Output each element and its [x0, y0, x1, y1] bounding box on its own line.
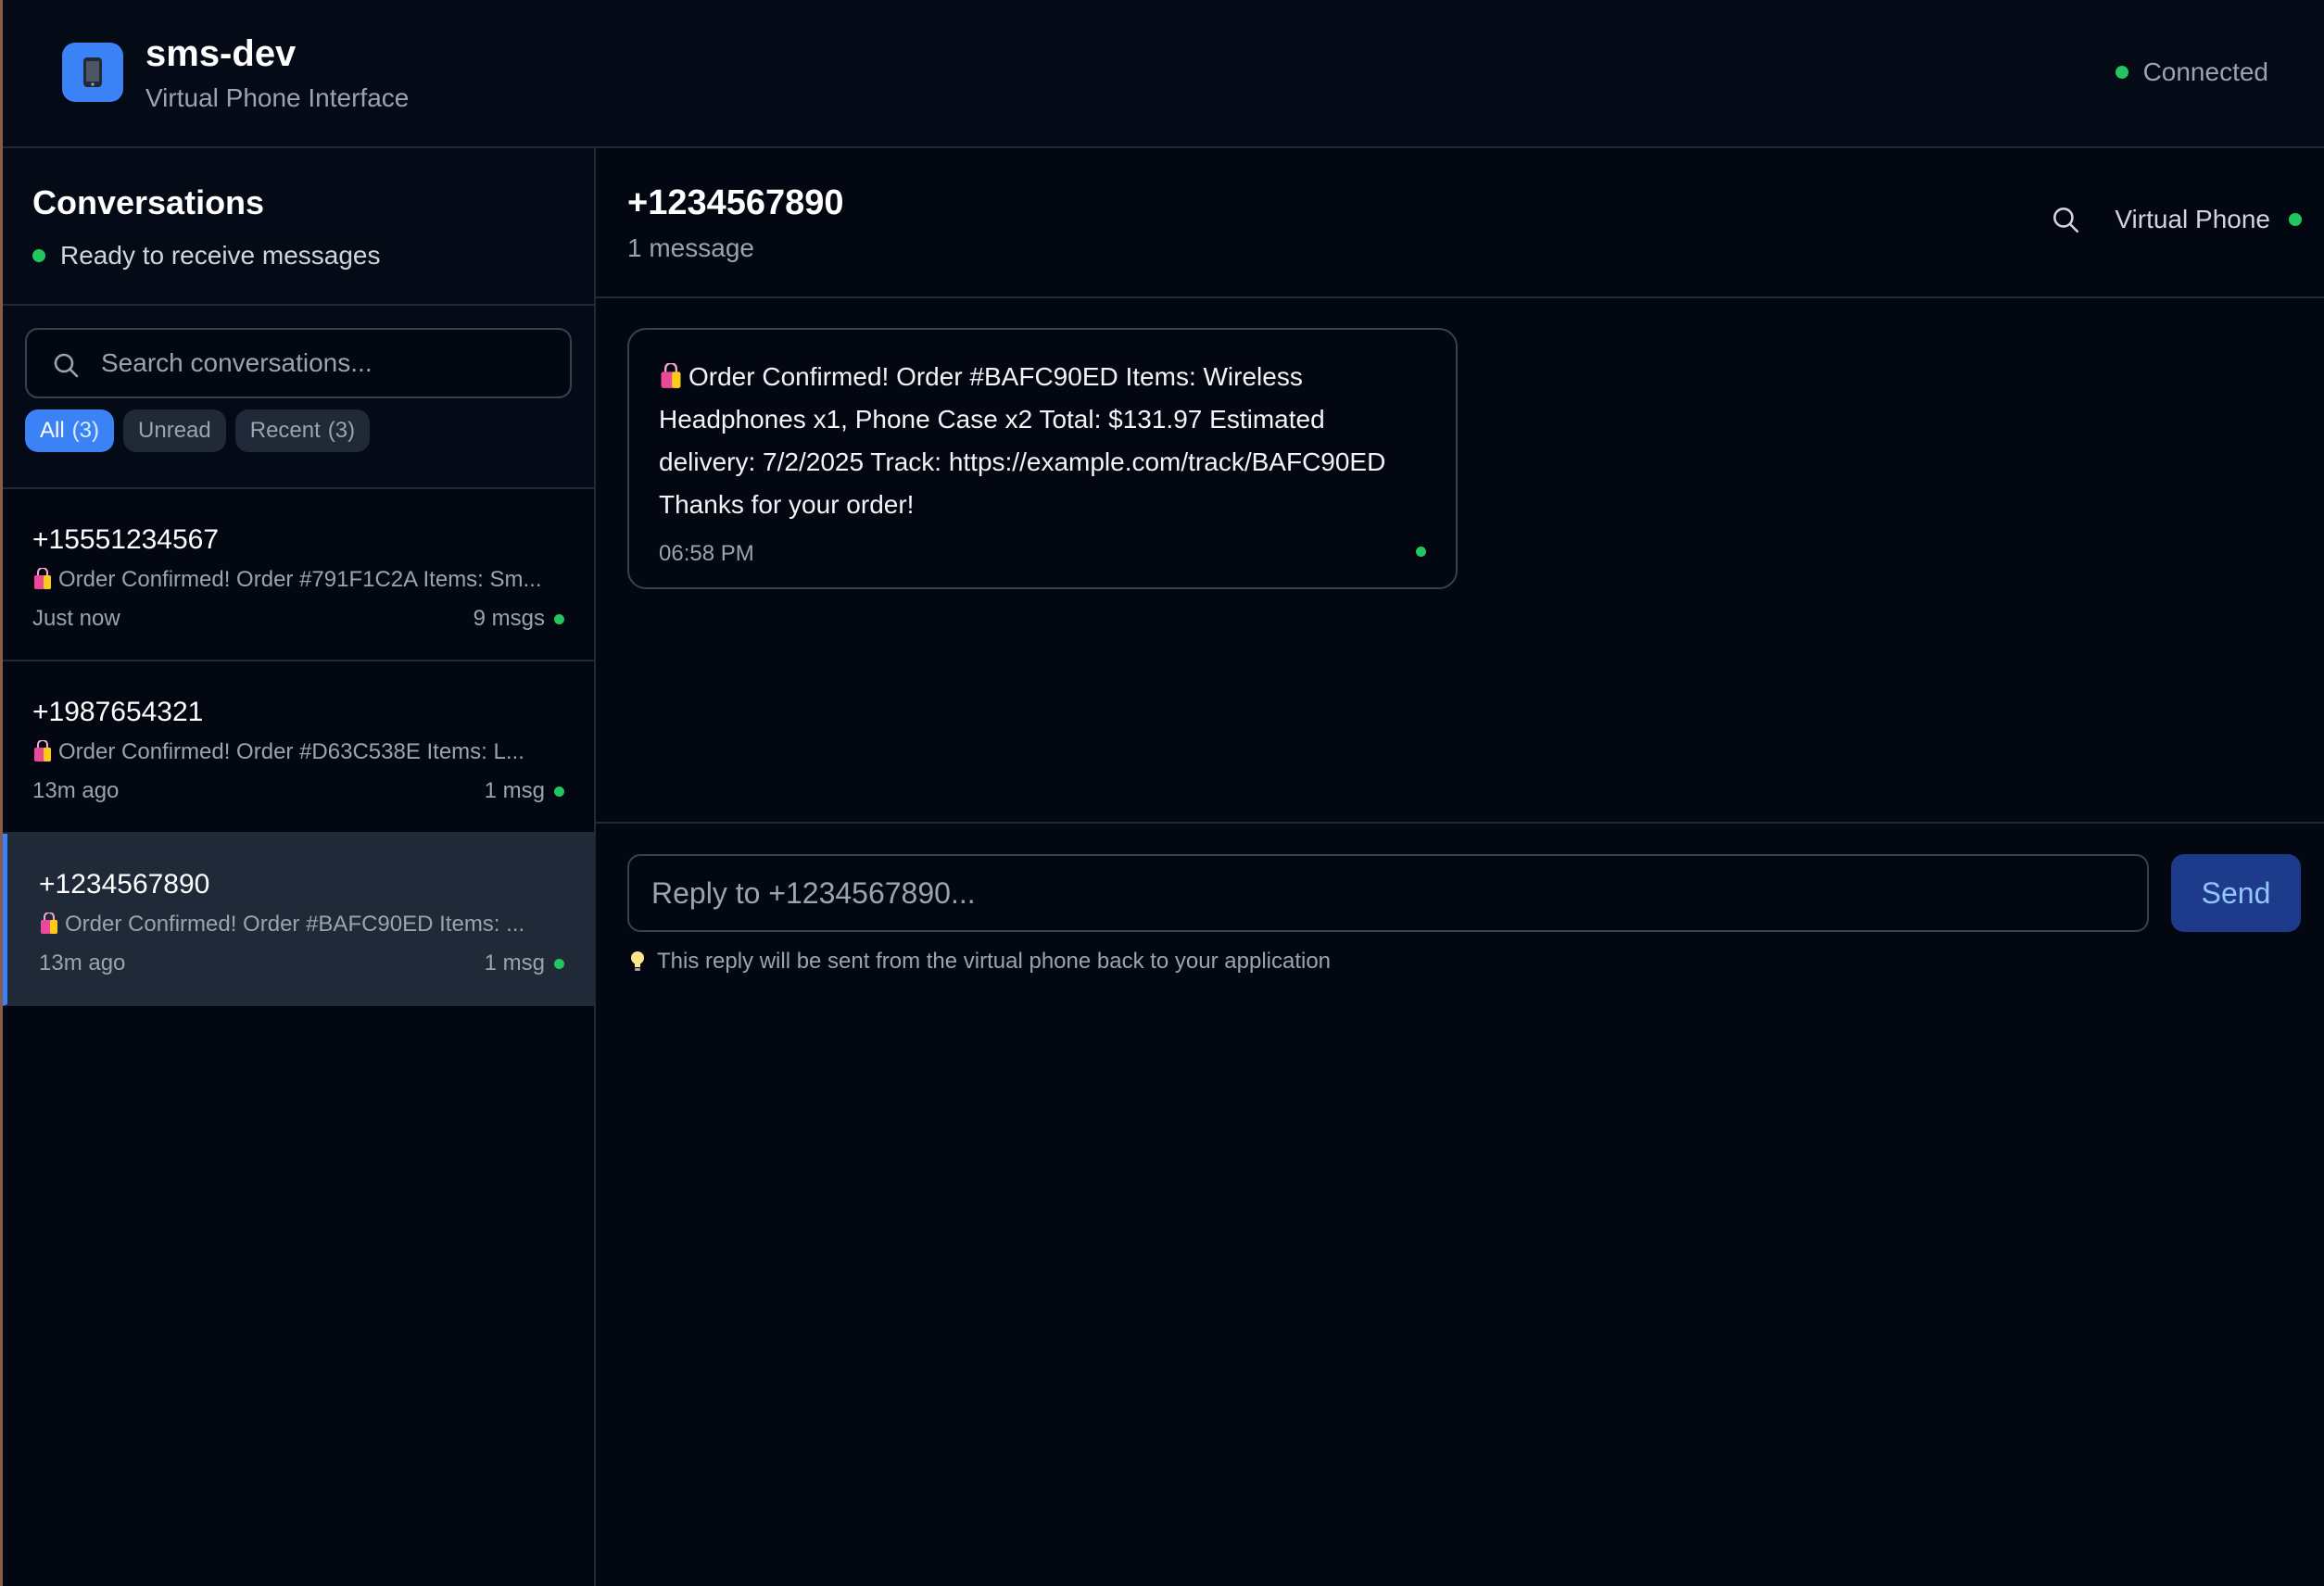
conversation-number: +15551234567: [32, 524, 220, 555]
status-dot-icon: [2289, 213, 2302, 226]
search-icon: [54, 353, 79, 378]
reply-hint: This reply will be sent from the virtual…: [629, 949, 1331, 975]
chat-phone-number: +1234567890: [627, 183, 844, 222]
conversation-number: +1234567890: [39, 869, 210, 900]
virtual-phone-label: Virtual Phone: [2115, 205, 2270, 233]
conversation-count: 1 msg: [484, 950, 545, 976]
chat-tools: Virtual Phone: [2050, 204, 2302, 235]
conversation-count: 9 msgs: [473, 606, 545, 631]
conversation-meta: 1 msg: [485, 950, 564, 976]
conversation-meta: 9 msgs: [474, 606, 564, 632]
shopping-bag-icon: [41, 913, 57, 934]
message-time: 06:58 PM: [659, 541, 754, 566]
filter-recent[interactable]: Recent (3): [234, 409, 371, 452]
status-dot-icon: [554, 958, 564, 969]
conversation-time: 13m ago: [39, 950, 126, 976]
reply-box[interactable]: [627, 854, 2149, 932]
conversation-time: Just now: [32, 606, 120, 631]
message-text: Order Confirmed! Order #BAFC90ED Items: …: [659, 356, 1428, 526]
search-input[interactable]: [101, 330, 555, 396]
conversation-preview-text: Order Confirmed! Order #D63C538E Items: …: [58, 739, 524, 764]
app-window: sms-dev Virtual Phone Interface Connecte…: [0, 0, 2324, 1586]
chat-message-count: 1 message: [627, 233, 754, 262]
shopping-bag-icon: [661, 363, 681, 388]
conversation-item[interactable]: +1987654321 Order Confirmed! Order #D63C…: [3, 661, 594, 834]
status-dot-icon: [554, 786, 564, 797]
message-body: Order Confirmed! Order #BAFC90ED Items: …: [659, 362, 1386, 519]
conversation-count: 1 msg: [484, 778, 545, 803]
conversation-preview: Order Confirmed! Order #BAFC90ED Items: …: [39, 912, 554, 938]
filter-unread[interactable]: Unread: [123, 409, 226, 452]
reply-input[interactable]: [651, 856, 2134, 930]
filter-recent-label: Recent: [249, 418, 321, 443]
sidebar-status-label: Ready to receive messages: [60, 241, 381, 270]
conversation-preview: Order Confirmed! Order #D63C538E Items: …: [32, 739, 570, 765]
reply-hint-text: This reply will be sent from the virtual…: [657, 949, 1332, 974]
shopping-bag-icon: [34, 568, 51, 589]
conversations-sidebar: Conversations Ready to receive messages …: [3, 148, 596, 1586]
phone-icon: [83, 57, 102, 87]
connection-status-label: Connected: [2142, 57, 2268, 86]
search-area: All (3) Unread Recent (3): [3, 306, 594, 489]
composer-divider: [596, 822, 2324, 824]
status-dot-icon: [554, 613, 564, 624]
lightbulb-icon: [631, 951, 644, 971]
connection-status: Connected: [2115, 57, 2268, 87]
send-button[interactable]: Send: [2171, 854, 2301, 932]
search-box[interactable]: [25, 328, 572, 398]
status-dot-icon: [2115, 66, 2128, 79]
conversation-item-selected[interactable]: +1234567890 Order Confirmed! Order #BAFC…: [3, 834, 594, 1006]
sidebar-title: Conversations: [32, 183, 265, 221]
conversation-preview-text: Order Confirmed! Order #791F1C2A Items: …: [58, 567, 542, 592]
delivered-dot-icon: [1416, 547, 1426, 557]
conversation-preview-text: Order Confirmed! Order #BAFC90ED Items: …: [65, 912, 525, 937]
search-icon[interactable]: [2050, 204, 2081, 235]
filter-all-count: (3): [71, 418, 100, 443]
conversation-number: +1987654321: [32, 697, 204, 727]
app-header: sms-dev Virtual Phone Interface Connecte…: [3, 0, 2324, 148]
filter-chips: All (3) Unread Recent (3): [25, 409, 371, 452]
sidebar-status: Ready to receive messages: [32, 241, 381, 271]
chat-header: +1234567890 1 message Virtual Phone: [596, 148, 2324, 298]
app-subtitle: Virtual Phone Interface: [145, 83, 410, 112]
conversation-item[interactable]: +15551234567 Order Confirmed! Order #791…: [3, 489, 594, 661]
status-dot-icon: [32, 249, 45, 262]
conversation-meta: 1 msg: [485, 778, 564, 804]
filter-recent-count: (3): [327, 418, 356, 443]
sidebar-header: Conversations Ready to receive messages: [3, 148, 594, 306]
app-title: sms-dev: [145, 33, 297, 74]
filter-all-label: All: [40, 418, 65, 443]
app-logo: [62, 43, 123, 102]
conversation-time: 13m ago: [32, 778, 120, 803]
filter-all[interactable]: All (3): [25, 409, 115, 452]
message-bubble: Order Confirmed! Order #BAFC90ED Items: …: [627, 328, 1458, 589]
conversation-preview: Order Confirmed! Order #791F1C2A Items: …: [32, 567, 570, 593]
shopping-bag-icon: [34, 740, 51, 762]
filter-unread-label: Unread: [138, 418, 211, 443]
